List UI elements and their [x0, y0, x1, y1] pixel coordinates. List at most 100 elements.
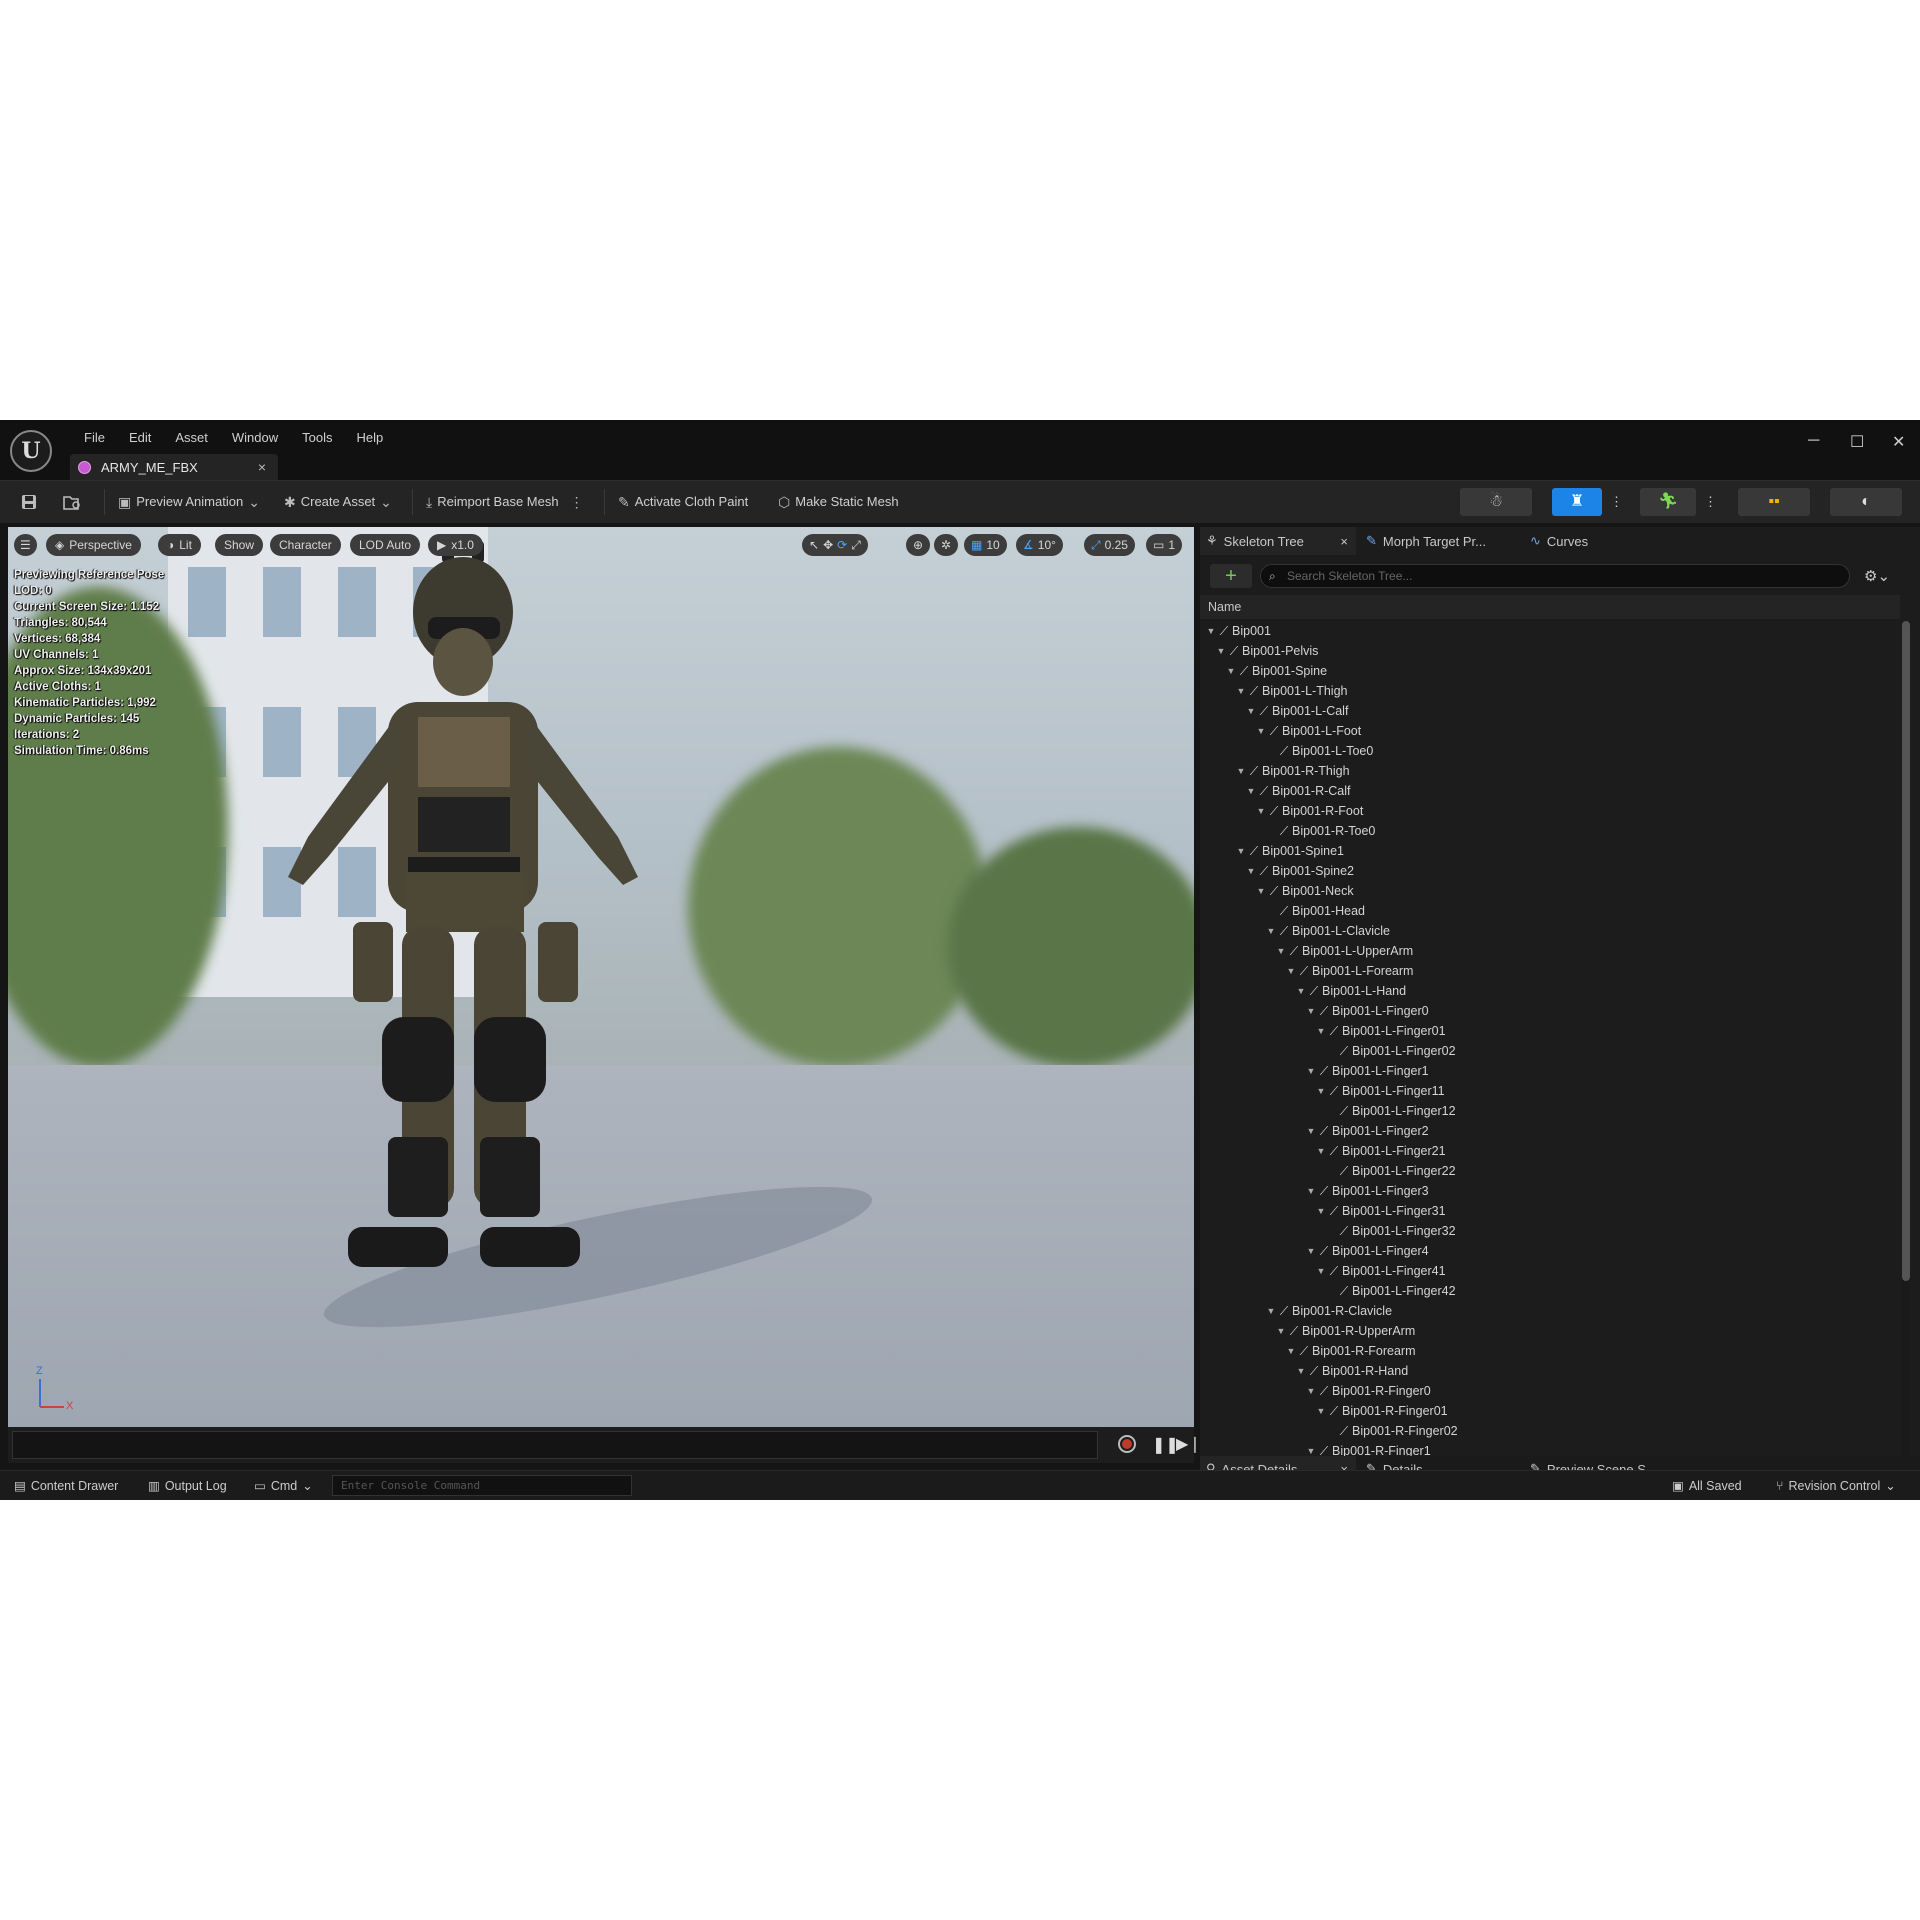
bone-row[interactable]: ⟋ Bip001-L-Finger42	[1200, 1281, 1900, 1301]
bone-row[interactable]: ▼ ⟋ Bip001-L-Calf	[1200, 701, 1900, 721]
make-static-mesh-button[interactable]: ⬡ Make Static Mesh	[778, 491, 899, 513]
bone-row[interactable]: ▼ ⟋ Bip001-L-Finger2	[1200, 1121, 1900, 1141]
character-button[interactable]: Character	[270, 534, 341, 556]
preview-viewport[interactable]: ☰ ◈ Perspective ◑ Lit Show Character LOD A…	[8, 527, 1194, 1427]
content-drawer-button[interactable]: ▤ Content Drawer	[14, 1477, 118, 1495]
expand-arrow-icon[interactable]: ▼	[1316, 1021, 1326, 1041]
bone-row[interactable]: ⟋ Bip001-L-Finger32	[1200, 1221, 1900, 1241]
bone-row[interactable]: ⟋ Bip001-L-Finger12	[1200, 1101, 1900, 1121]
bone-row[interactable]: ▼ ⟋ Bip001-Pelvis	[1200, 641, 1900, 661]
bone-row[interactable]: ▼ ⟋ Bip001-L-Forearm	[1200, 961, 1900, 981]
expand-arrow-icon[interactable]: ▼	[1316, 1141, 1326, 1161]
expand-arrow-icon[interactable]: ▼	[1266, 921, 1276, 941]
tab-morph-target[interactable]: ✎ Morph Target Pr...	[1366, 527, 1486, 555]
bone-row[interactable]: ▼ ⟋ Bip001-R-Hand	[1200, 1361, 1900, 1381]
bone-row[interactable]: ▼ ⟋ Bip001	[1200, 621, 1900, 641]
expand-arrow-icon[interactable]: ▼	[1206, 621, 1216, 641]
bone-row[interactable]: ▼ ⟋ Bip001-R-Foot	[1200, 801, 1900, 821]
expand-arrow-icon[interactable]: ▼	[1236, 761, 1246, 781]
more-options-icon[interactable]: ⋮	[1704, 491, 1717, 513]
expand-arrow-icon[interactable]: ▼	[1286, 1341, 1296, 1361]
surface-snap-button[interactable]: ✲	[934, 534, 959, 556]
close-tab-button[interactable]: ×	[258, 459, 266, 475]
expand-arrow-icon[interactable]: ▼	[1246, 861, 1256, 881]
scale-icon[interactable]: ⤢	[851, 534, 861, 556]
bone-row[interactable]: ▼ ⟋ Bip001-R-Thigh	[1200, 761, 1900, 781]
skeleton-mode-button[interactable]: ☃	[1460, 488, 1532, 516]
step-forward-icon[interactable]: ▶❘	[1176, 1434, 1202, 1454]
bone-row[interactable]: ▼ ⟋ Bip001-L-Clavicle	[1200, 921, 1900, 941]
scrollbar-thumb[interactable]	[1902, 621, 1910, 1281]
expand-arrow-icon[interactable]: ▼	[1276, 941, 1286, 961]
expand-arrow-icon[interactable]: ▼	[1246, 701, 1256, 721]
search-skeleton-input[interactable]: ⌕ Search Skeleton Tree...	[1260, 564, 1850, 588]
bone-row[interactable]: ⟋ Bip001-Head	[1200, 901, 1900, 921]
all-saved-button[interactable]: ▣ All Saved	[1672, 1477, 1742, 1495]
world-local-button[interactable]: ⊕	[906, 534, 931, 556]
more-options-icon[interactable]: ⋮	[570, 491, 584, 513]
expand-arrow-icon[interactable]: ▼	[1306, 1181, 1316, 1201]
record-button[interactable]	[1118, 1435, 1136, 1453]
add-bone-button[interactable]: +	[1210, 564, 1252, 588]
expand-arrow-icon[interactable]: ▼	[1306, 1241, 1316, 1261]
tab-curves[interactable]: ∿ Curves	[1530, 527, 1588, 555]
bone-row[interactable]: ▼ ⟋ Bip001-Neck	[1200, 881, 1900, 901]
bone-row[interactable]: ⟋ Bip001-R-Toe0	[1200, 821, 1900, 841]
revision-control-button[interactable]: ⑂ Revision Control ⌄	[1776, 1477, 1896, 1495]
perspective-button[interactable]: ◈ Perspective	[46, 534, 141, 556]
expand-arrow-icon[interactable]: ▼	[1266, 1301, 1276, 1321]
bone-row[interactable]: ▼ ⟋ Bip001-R-Clavicle	[1200, 1301, 1900, 1321]
expand-arrow-icon[interactable]: ▼	[1296, 981, 1306, 1001]
menu-tools[interactable]: Tools	[290, 428, 344, 448]
output-log-button[interactable]: ▥ Output Log	[148, 1477, 227, 1495]
bone-row[interactable]: ⟋ Bip001-L-Finger22	[1200, 1161, 1900, 1181]
bone-row[interactable]: ▼ ⟋ Bip001-R-UpperArm	[1200, 1321, 1900, 1341]
bone-row[interactable]: ▼ ⟋ Bip001-L-Finger3	[1200, 1181, 1900, 1201]
bone-row[interactable]: ▼ ⟋ Bip001-Spine2	[1200, 861, 1900, 881]
more-options-icon[interactable]: ⋮	[1610, 491, 1623, 513]
bone-row[interactable]: ▼ ⟋ Bip001-L-Finger11	[1200, 1081, 1900, 1101]
bone-row[interactable]: ⟋ Bip001-L-Toe0	[1200, 741, 1900, 761]
expand-arrow-icon[interactable]: ▼	[1306, 1121, 1316, 1141]
menu-asset[interactable]: Asset	[163, 428, 220, 448]
rotate-icon[interactable]: ⟳	[837, 534, 847, 556]
bone-row[interactable]: ▼ ⟋ Bip001-L-UpperArm	[1200, 941, 1900, 961]
bone-row[interactable]: ▼ ⟋ Bip001-L-Finger0	[1200, 1001, 1900, 1021]
expand-arrow-icon[interactable]: ▼	[1246, 781, 1256, 801]
tab-skeleton-tree[interactable]: ⚘ Skeleton Tree ×	[1200, 527, 1356, 555]
document-tab[interactable]: ARMY_ME_FBX ×	[70, 454, 278, 480]
expand-arrow-icon[interactable]: ▼	[1306, 1381, 1316, 1401]
maximize-button[interactable]: ☐	[1850, 432, 1864, 452]
bone-row[interactable]: ▼ ⟋ Bip001-L-Finger01	[1200, 1021, 1900, 1041]
menu-help[interactable]: Help	[344, 428, 395, 448]
expand-arrow-icon[interactable]: ▼	[1276, 1321, 1286, 1341]
lod-button[interactable]: LOD Auto	[350, 534, 421, 556]
cmd-dropdown[interactable]: ▭ Cmd ⌄	[254, 1477, 313, 1495]
expand-arrow-icon[interactable]: ▼	[1316, 1201, 1326, 1221]
lit-button[interactable]: ◑ Lit	[158, 534, 201, 556]
mesh-mode-button[interactable]: ♜	[1552, 488, 1602, 516]
expand-arrow-icon[interactable]: ▼	[1256, 721, 1266, 741]
bone-row[interactable]: ▼ ⟋ Bip001-L-Finger1	[1200, 1061, 1900, 1081]
close-tab-icon[interactable]: ×	[1340, 534, 1348, 549]
viewport-options-button[interactable]: ☰	[14, 534, 37, 556]
blueprint-mode-button[interactable]: ▪▪	[1738, 488, 1810, 516]
close-window-button[interactable]: ✕	[1892, 432, 1905, 452]
tree-scrollbar[interactable]	[1902, 621, 1910, 1457]
expand-arrow-icon[interactable]: ▼	[1316, 1261, 1326, 1281]
select-icon[interactable]: ↖	[809, 534, 819, 556]
expand-arrow-icon[interactable]: ▼	[1306, 1001, 1316, 1021]
bone-row[interactable]: ▼ ⟋ Bip001-R-Finger1	[1200, 1441, 1900, 1457]
bone-row[interactable]: ▼ ⟋ Bip001-L-Finger41	[1200, 1261, 1900, 1281]
bone-row[interactable]: ⟋ Bip001-R-Finger02	[1200, 1421, 1900, 1441]
save-button[interactable]	[20, 491, 38, 513]
pause-icon[interactable]: ❚❚	[1152, 1435, 1179, 1455]
rotation-snap-button[interactable]: ∡ 10°	[1016, 534, 1063, 556]
expand-arrow-icon[interactable]: ▼	[1216, 641, 1226, 661]
playback-speed-button[interactable]: ▶ x1.0	[428, 534, 483, 556]
bone-row[interactable]: ▼ ⟋ Bip001-L-Thigh	[1200, 681, 1900, 701]
timeline-scrubber[interactable]	[12, 1431, 1098, 1459]
bone-row[interactable]: ⟋ Bip001-L-Finger02	[1200, 1041, 1900, 1061]
expand-arrow-icon[interactable]: ▼	[1306, 1441, 1316, 1457]
bone-row[interactable]: ▼ ⟋ Bip001-L-Hand	[1200, 981, 1900, 1001]
